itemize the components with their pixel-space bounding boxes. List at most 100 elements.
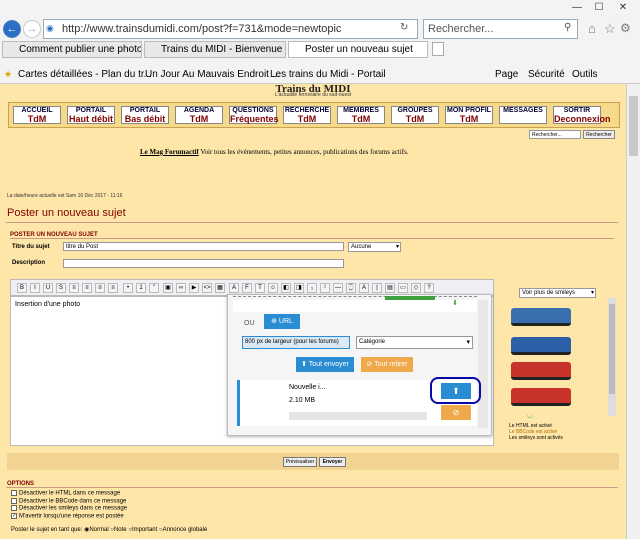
hide-icon[interactable]: ◨: [294, 283, 304, 293]
home-icon[interactable]: ⌂: [588, 21, 596, 36]
grid-icon[interactable]: ▤: [385, 283, 395, 293]
help-icon[interactable]: ?: [424, 283, 434, 293]
spoiler-icon[interactable]: ◧: [281, 283, 291, 293]
list-bullet-icon[interactable]: •: [123, 283, 133, 293]
font-color-icon[interactable]: A: [359, 283, 369, 293]
smiley-icon[interactable]: ◡: [527, 411, 533, 419]
checkbox-checked[interactable]: ✓: [11, 512, 17, 519]
send-button[interactable]: Envoyer: [319, 457, 346, 467]
favorite-link-3[interactable]: Les trains du Midi - Portail: [270, 69, 386, 80]
scroll-thumb[interactable]: [629, 96, 638, 156]
nav-item-8[interactable]: GROUPES TdM: [391, 106, 439, 124]
nav-item-3[interactable]: PORTAIL Bas débit: [121, 106, 169, 124]
link-icon[interactable]: ∞: [176, 283, 186, 293]
favorites-bar-star-icon[interactable]: ★: [4, 69, 12, 80]
code-icon[interactable]: <>: [202, 283, 212, 293]
nav-item-11[interactable]: SORTIR Deconnexion: [553, 106, 611, 124]
video-icon[interactable]: ▶: [189, 283, 199, 293]
checkbox[interactable]: [11, 497, 17, 504]
description-input[interactable]: [63, 259, 344, 268]
nav-item-2[interactable]: PORTAIL Haut débit: [67, 106, 115, 124]
new-tab-icon[interactable]: [432, 42, 444, 56]
download-icon[interactable]: ⬇: [452, 299, 458, 307]
tab-2[interactable]: Trains du MIDI - Bienvenue sur v...: [144, 41, 286, 58]
favorite-link-2[interactable]: Un Jour Au Mauvais Endroit ...: [145, 69, 280, 80]
maximize-icon[interactable]: ☐: [592, 2, 606, 14]
table-icon[interactable]: ▦: [215, 283, 225, 293]
nav-item-1[interactable]: ACCUEIL TdM: [13, 106, 61, 124]
url-button[interactable]: ⊕ URL: [264, 314, 300, 329]
align-justify-icon[interactable]: ≡: [108, 283, 118, 293]
smiley-icon[interactable]: ☺: [268, 283, 278, 293]
align-left-icon[interactable]: ≡: [69, 283, 79, 293]
tools-menu[interactable]: Outils: [572, 69, 598, 80]
refresh-icon[interactable]: ↻: [400, 22, 408, 33]
image-icon[interactable]: ▣: [163, 283, 173, 293]
smileys-scrollbar[interactable]: [608, 298, 616, 416]
checkbox[interactable]: [11, 505, 17, 512]
panel-scrollbar[interactable]: [478, 300, 488, 428]
size-select[interactable]: 800 px de largeur (pour les forums): [242, 336, 350, 349]
minimize-icon[interactable]: —: [570, 2, 584, 14]
option-item[interactable]: Désactiver le BBCode dans ce message: [11, 497, 127, 506]
security-menu[interactable]: Sécurité: [528, 69, 565, 80]
train-smiley-icon[interactable]: [511, 308, 571, 326]
category-select[interactable]: Catégorie ▾: [356, 336, 473, 349]
subject-input[interactable]: titre du Post: [63, 242, 344, 251]
favorites-star-icon[interactable]: ☆: [604, 21, 616, 37]
date-icon[interactable]: ⌚: [346, 283, 356, 293]
checkbox[interactable]: [11, 490, 17, 496]
align-center-icon[interactable]: ≡: [82, 283, 92, 293]
sub-icon[interactable]: ₁: [307, 283, 317, 293]
nav-item-7[interactable]: MEMBRES TdM: [337, 106, 385, 124]
option-item[interactable]: Désactiver le HTML dans ce message: [11, 490, 127, 498]
nav-item-9[interactable]: MON PROFIL TdM: [445, 106, 493, 124]
strike-icon[interactable]: S: [56, 283, 66, 293]
train-smiley-icon[interactable]: [511, 337, 571, 355]
sep-icon[interactable]: |: [372, 283, 382, 293]
send-all-button[interactable]: ⬆ Tout envoyer: [296, 357, 354, 372]
browser-search-input[interactable]: Rechercher...: [423, 19, 578, 39]
smileys-select[interactable]: Voir plus de smileys ▾: [519, 288, 596, 298]
page-menu[interactable]: Page: [495, 69, 518, 80]
mag-link[interactable]: Le Mag Forumactif: [140, 148, 199, 156]
bold-icon[interactable]: B: [17, 283, 27, 293]
align-right-icon[interactable]: ≡: [95, 283, 105, 293]
nav-item-4[interactable]: AGENDA TdM: [175, 106, 223, 124]
list-number-icon[interactable]: 1: [136, 283, 146, 293]
option-item[interactable]: Désactiver les smileys dans ce message: [11, 505, 127, 513]
underline-icon[interactable]: U: [43, 283, 53, 293]
option-item[interactable]: ✓ M'avertir lorsqu'une réponse est postée: [11, 512, 127, 521]
preview-button[interactable]: Prévisualiser: [283, 457, 317, 467]
nav-item-10[interactable]: MESSAGES: [499, 106, 547, 124]
forum-search-button[interactable]: Rechercher: [583, 130, 615, 139]
forum-search-input[interactable]: Rechercher...: [529, 130, 581, 139]
scroll-thumb[interactable]: [609, 304, 615, 394]
address-bar[interactable]: http://www.trainsdumidi.com/post?f=731&m…: [43, 19, 418, 39]
tab-1[interactable]: Comment publier une photo sur...: [2, 41, 142, 58]
remove-all-button[interactable]: ⊘ Tout retirer: [361, 357, 413, 372]
sup-icon[interactable]: ¹: [320, 283, 330, 293]
tab-3[interactable]: Poster un nouveau sujet: [288, 41, 428, 58]
train-smiley-icon[interactable]: [511, 362, 571, 380]
train-smiley-icon[interactable]: [511, 388, 571, 406]
forward-icon[interactable]: →: [23, 20, 41, 38]
back-icon[interactable]: ←: [3, 20, 21, 38]
gear-icon[interactable]: ⚙: [620, 21, 631, 35]
page-scrollbar[interactable]: [626, 84, 640, 539]
font-icon[interactable]: F: [242, 283, 252, 293]
nav-item-6[interactable]: RECHERCHE TdM: [283, 106, 331, 124]
type-select[interactable]: Aucune ▾: [348, 242, 401, 252]
quote-icon[interactable]: ": [149, 283, 159, 293]
file-remove-button[interactable]: ⊘: [441, 405, 471, 420]
hr-icon[interactable]: —: [333, 283, 343, 293]
nav-item-5[interactable]: QUESTIONS Fréquentes: [229, 106, 279, 124]
favorite-link-1[interactable]: Cartes détaillées - Plan du tr...: [18, 69, 152, 80]
source-icon[interactable]: ◇: [411, 283, 421, 293]
size-icon[interactable]: T: [255, 283, 265, 293]
color-icon[interactable]: A: [229, 283, 239, 293]
italic-icon[interactable]: I: [30, 283, 40, 293]
preview-icon[interactable]: ▭: [398, 283, 408, 293]
search-icon[interactable]: ⚲: [564, 22, 571, 33]
close-icon[interactable]: ✕: [616, 2, 630, 14]
